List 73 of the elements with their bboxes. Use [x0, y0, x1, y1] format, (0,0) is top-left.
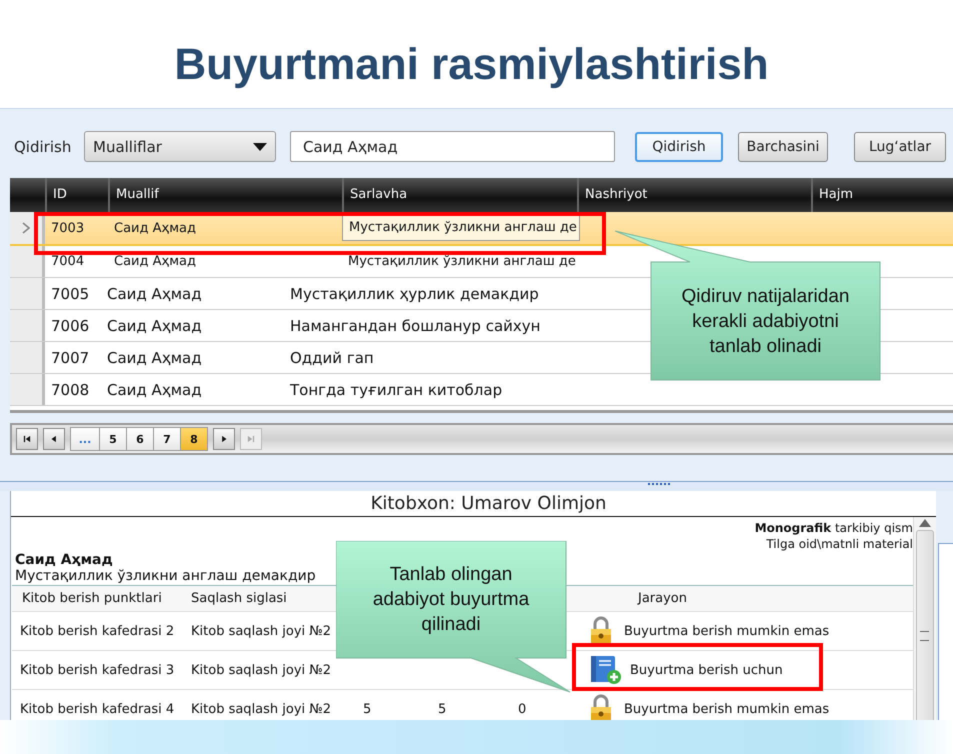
next-page-icon [219, 434, 229, 444]
page-button[interactable]: 8 [180, 428, 207, 450]
table-cell-text: Тонгда туғилган китоблар [289, 380, 504, 398]
result-row[interactable]: 7003 Саид Аҳмад Мустақиллик ўзликни англаш де [10, 212, 953, 246]
table-cell-text: Саид Аҳмад [113, 254, 197, 269]
callout-text: Tanlab olingan [390, 563, 512, 587]
book-author: Саид Аҳмад [14, 552, 114, 568]
table-cell-text: 7006 [50, 316, 90, 334]
table-cell-text: Kitob berish kafedrasi 3 [19, 662, 176, 678]
legend-text: Tilga oid\matnli material [766, 536, 913, 552]
table-cell-text: Мустақиллик ҳурлик демакдир [289, 284, 540, 302]
last-page-icon [246, 434, 256, 444]
table-cell-text: Kitob saqlash joyi №2 [190, 662, 332, 678]
pager-nav-button[interactable] [16, 428, 38, 450]
table-cell: Мустақиллик ўзликни англаш де [342, 215, 580, 241]
table-cell-text: 7005 [50, 284, 90, 302]
splitter-handle[interactable] [0, 481, 953, 491]
table-cell-text: Мустақиллик ўзликни англаш де [347, 254, 577, 269]
table-cell-text: Саид Аҳмад [106, 284, 203, 302]
scrollbar[interactable] [913, 517, 936, 720]
search-button[interactable]: Lug‘atlar [854, 132, 946, 162]
table-cell-text: 7004 [50, 254, 86, 269]
book-title: Мустақиллик ўзликни англаш демакдир [14, 568, 316, 585]
callout-text: kerakli adabiyotni [692, 310, 839, 334]
page-button[interactable]: 6 [126, 428, 153, 450]
callout-text: adabiyot buyurtma [372, 588, 530, 612]
table-cell-text: Kitob berish kafedrasi 4 [19, 702, 176, 716]
table-cell-text: Kitob saqlash joyi №2 [190, 624, 332, 638]
table-cell-text: 7008 [50, 380, 90, 398]
search-input[interactable]: Саид Аҳмад [290, 131, 615, 162]
table-cell-text: 7007 [50, 348, 90, 366]
search-label: Qidirish [14, 138, 72, 156]
column-header[interactable]: ID [45, 178, 108, 212]
reader-heading: Kitobxon: Umarov Olimjon [11, 491, 936, 517]
lock-icon [590, 616, 612, 646]
legend-text: Monografik tarkibiy qism [754, 520, 913, 536]
status-text: Buyurtma berish uchun [630, 662, 783, 678]
page-button[interactable]: 7 [153, 428, 180, 450]
table-cell-text: Оддий гап [289, 348, 375, 366]
column-header: Jarayon [636, 591, 688, 606]
table-cell-text: 0 [517, 702, 528, 716]
table-cell-text: Kitob berish kafedrasi 2 [19, 624, 176, 638]
callout-text: qilinadi [421, 613, 481, 637]
caret-icon [253, 142, 267, 150]
row-pointer-icon [22, 222, 30, 234]
table-cell-text: Саид Аҳмад [113, 220, 197, 236]
search-field-dropdown[interactable]: Mualliflar [84, 131, 276, 162]
table-cell-text: Саид Аҳмад [106, 380, 203, 398]
table-cell-text: Саид Аҳмад [106, 316, 203, 334]
callout-text: Qidiruv natijalaridan [682, 284, 850, 308]
pager-nav-button[interactable] [43, 428, 65, 450]
status-text: Buyurtma berish mumkin emas [624, 702, 830, 716]
table-cell-text: Саид Аҳмад [106, 348, 203, 366]
pager-nav-button[interactable] [213, 428, 235, 450]
column-header: Saqlash siglasi [190, 591, 288, 606]
table-cell-text: 5 [362, 702, 372, 716]
page-button[interactable]: ... [71, 428, 99, 450]
slide-title: Buyurtmani rasmiylashtirish [173, 39, 770, 91]
previous-page-icon [49, 434, 59, 444]
table-cell-text: Kitob saqlash joyi №2 [190, 702, 332, 716]
status-text: Buyurtma berish mumkin emas [624, 624, 830, 638]
search-button[interactable]: Qidirish [635, 132, 723, 162]
scroll-up-icon[interactable] [919, 519, 931, 527]
search-button[interactable]: Barchasini [738, 132, 828, 162]
table-cell-text: Намангандан бошланур сайхун [289, 316, 542, 334]
page-button[interactable]: 5 [99, 428, 126, 450]
column-header[interactable]: Sarlavha [342, 178, 577, 212]
column-header[interactable]: Muallif [108, 178, 342, 212]
first-page-icon [22, 434, 32, 444]
table-cell-text: 7003 [50, 220, 86, 236]
column-header: Kitob berish punktlari [21, 591, 163, 606]
book-add-icon [590, 655, 622, 685]
table-cell-text: 5 [437, 702, 448, 716]
